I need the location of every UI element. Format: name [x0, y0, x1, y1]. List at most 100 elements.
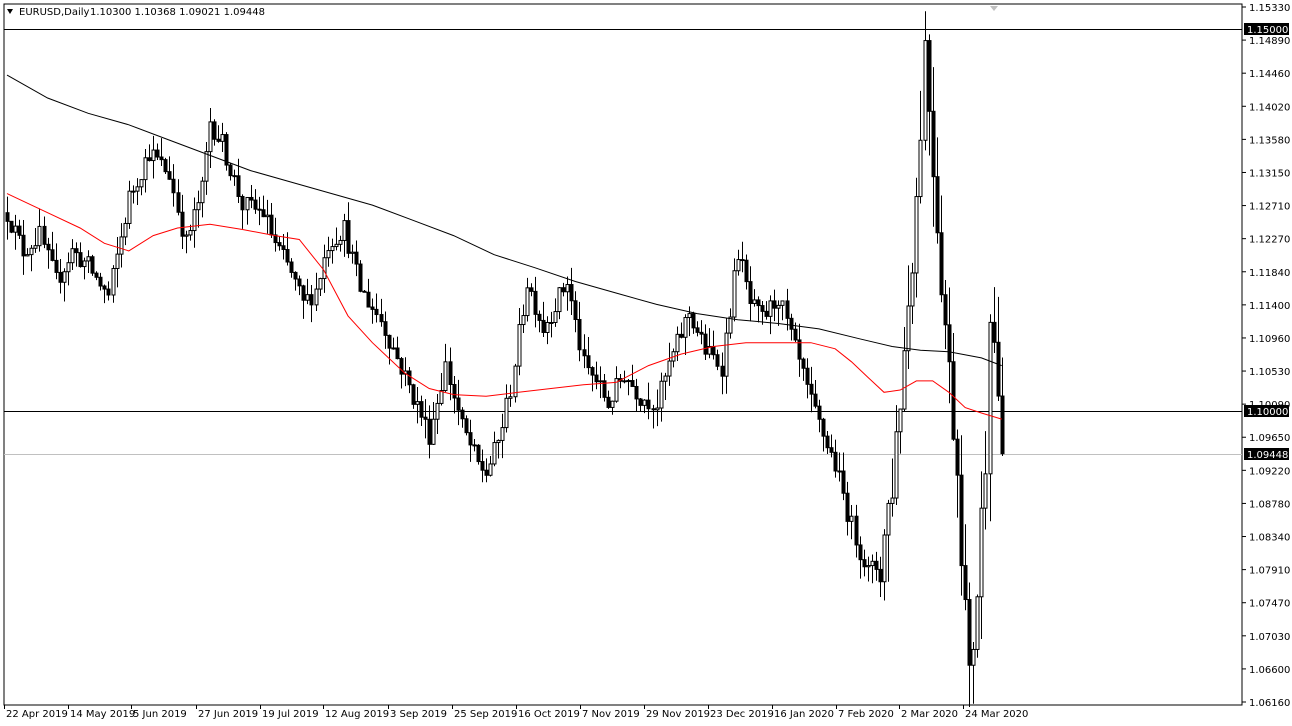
- price-axis[interactable]: 1.15330 1.14890 1.14460 1.14020 1.13580 1.131…: [1242, 3, 1290, 709]
- candle: [301, 284, 306, 319]
- candle-body: [858, 544, 863, 561]
- candle: [171, 164, 176, 207]
- candle-body: [180, 211, 185, 237]
- candle-body: [46, 243, 51, 251]
- candle-body: [521, 315, 526, 326]
- candle: [646, 382, 651, 420]
- candle-body: [651, 408, 656, 411]
- candle: [764, 301, 769, 320]
- y-tick-label: 1.12270: [1249, 235, 1290, 246]
- candle: [216, 125, 221, 143]
- moving-averages: [6, 74, 1002, 420]
- candle-body: [849, 515, 854, 522]
- shift-marker-icon[interactable]: [990, 6, 998, 11]
- candle: [760, 301, 765, 325]
- candle-body: [675, 333, 680, 353]
- candle: [212, 119, 217, 146]
- candle: [253, 189, 258, 214]
- candle-body: [577, 318, 582, 351]
- candle-body: [208, 121, 213, 153]
- candle-body: [992, 321, 997, 343]
- candle-body: [9, 220, 14, 233]
- candle-body: [557, 287, 562, 313]
- candle-body: [358, 263, 363, 292]
- candle: [139, 179, 144, 196]
- candle-body: [910, 272, 915, 307]
- candle-body: [261, 209, 266, 218]
- chart-window[interactable]: 1.15330 1.14890 1.14460 1.14020 1.13580 1.131…: [0, 0, 1292, 726]
- candle-body: [488, 463, 493, 476]
- candle-body: [776, 304, 781, 309]
- candle-body: [94, 272, 99, 278]
- candle: [776, 300, 781, 326]
- candle-body: [439, 390, 444, 404]
- candle: [358, 260, 363, 293]
- candle: [979, 471, 984, 639]
- candle: [330, 238, 335, 264]
- candle-body: [622, 380, 627, 383]
- candle-body: [955, 438, 960, 476]
- candle-body: [793, 328, 798, 341]
- candle: [342, 213, 347, 257]
- candle: [1000, 357, 1005, 457]
- candle: [614, 366, 619, 403]
- candle-body: [374, 308, 379, 316]
- candle: [37, 208, 42, 252]
- candle: [21, 220, 26, 275]
- candle: [119, 223, 124, 268]
- candle: [484, 458, 489, 483]
- candle: [829, 434, 834, 458]
- candle: [411, 383, 416, 409]
- candle-body: [37, 225, 42, 247]
- candle: [902, 326, 907, 412]
- price-chart[interactable]: 1.15330 1.14890 1.14460 1.14020 1.13580 1.131…: [0, 0, 1292, 726]
- x-tick-label: 25 Sep 2019: [454, 709, 517, 720]
- candle: [379, 298, 384, 327]
- candle-body: [62, 271, 67, 283]
- candle: [464, 415, 469, 436]
- candle: [914, 177, 919, 298]
- time-axis[interactable]: 22 Apr 2019 14 May 20195 Jun 2019 27 Jun 2…: [4, 705, 1029, 720]
- candle-body: [923, 40, 928, 141]
- candle: [374, 293, 379, 323]
- candle: [184, 230, 189, 254]
- candlesticks: [5, 11, 1005, 708]
- candle: [314, 272, 319, 312]
- candle-body: [898, 408, 903, 433]
- candle: [66, 252, 71, 286]
- candle: [736, 249, 741, 276]
- candle: [513, 363, 518, 403]
- y-tick-label: 1.10530: [1249, 367, 1290, 378]
- candle: [297, 275, 302, 296]
- y-tick-label: 1.12710: [1249, 202, 1290, 213]
- candle: [590, 366, 595, 392]
- candle: [439, 372, 444, 406]
- candle-body: [699, 331, 704, 335]
- horizontal-levels: [4, 29, 1242, 455]
- candle: [17, 219, 22, 240]
- candle-body: [732, 270, 737, 318]
- candle: [728, 308, 733, 339]
- y-tick-label: 1.06600: [1249, 665, 1290, 676]
- candle-body: [212, 121, 217, 140]
- candle-body: [663, 375, 668, 382]
- y-tick-label: 1.15330: [1249, 3, 1290, 14]
- x-tick-label: 14 May 2019: [70, 709, 135, 720]
- candle: [78, 242, 83, 268]
- candle-body: [939, 232, 944, 296]
- candle-body: [720, 365, 725, 377]
- candle-body: [728, 316, 733, 334]
- candle-body: [383, 321, 388, 336]
- candle: [886, 499, 891, 582]
- candle: [443, 343, 448, 392]
- candle: [533, 276, 538, 328]
- dropdown-triangle-icon[interactable]: [7, 9, 13, 14]
- candle-body: [5, 212, 10, 222]
- candle-body: [354, 251, 359, 265]
- y-tick-label: 1.14020: [1249, 102, 1290, 113]
- candle: [350, 244, 355, 264]
- candle: [935, 137, 940, 244]
- candle-body: [330, 246, 335, 252]
- candle-body: [159, 156, 164, 161]
- candle: [659, 372, 664, 422]
